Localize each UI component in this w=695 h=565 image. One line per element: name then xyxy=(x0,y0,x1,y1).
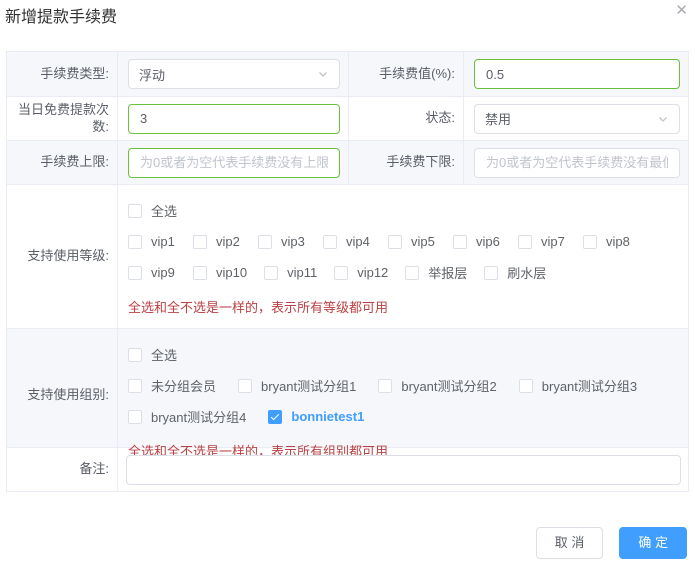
checkbox-box xyxy=(258,234,272,249)
form-row-remark: 备注: xyxy=(7,447,688,491)
checkbox-bryant-test-group1[interactable]: bryant测试分组1 xyxy=(238,376,356,395)
checkbox-vip8[interactable]: vip8 xyxy=(583,234,631,249)
checkbox-box xyxy=(128,203,142,218)
free-withdraw-count-label: 当日免费提款次数: xyxy=(17,102,109,134)
status-select-value: 禁用 xyxy=(485,112,512,127)
levels-label: 支持使用等级: xyxy=(27,248,109,264)
groups-label: 支持使用组别: xyxy=(27,387,109,403)
checkbox-box xyxy=(238,378,253,393)
checkbox-vip4[interactable]: vip4 xyxy=(323,234,371,249)
confirm-button[interactable]: 确 定 xyxy=(619,527,687,559)
form-row-fee-type: 手续费类型: 浮动 手续费值(%): xyxy=(7,52,688,96)
fee-lower-limit-input[interactable] xyxy=(474,147,680,178)
checkbox-box xyxy=(518,378,533,393)
checkbox-vip6[interactable]: vip6 xyxy=(453,234,501,249)
checkbox-vip9[interactable]: vip9 xyxy=(128,265,176,280)
checkbox-box xyxy=(128,234,142,249)
free-withdraw-count-input[interactable] xyxy=(128,103,340,134)
status-label: 状态: xyxy=(348,97,463,140)
checkbox-box-checked xyxy=(268,409,283,424)
checkbox-box xyxy=(583,234,597,249)
levels-note: 全选和全不选是一样的，表示所有等级都可用 xyxy=(128,299,389,315)
add-withdrawal-fee-dialog: 新增提款手续费 ✕ 手续费类型: 浮动 手续费值(%): 当日免费提款次数: xyxy=(0,0,695,565)
dialog-title: 新增提款手续费 xyxy=(5,9,118,26)
fee-type-label: 手续费类型: xyxy=(40,65,109,81)
checkbox-vip7[interactable]: vip7 xyxy=(518,234,566,249)
checkbox-box xyxy=(453,234,467,249)
checkbox-bryant-test-group2[interactable]: bryant测试分组2 xyxy=(378,376,497,395)
checkbox-box xyxy=(378,378,393,393)
checkbox-box xyxy=(323,234,337,249)
status-select[interactable]: 禁用 xyxy=(474,103,680,134)
checkbox-vip12[interactable]: vip12 xyxy=(334,265,388,280)
checkbox-vip3[interactable]: vip3 xyxy=(258,234,306,249)
cancel-button[interactable]: 取 消 xyxy=(535,527,604,559)
checkbox-box xyxy=(128,347,142,362)
checkbox-vip10[interactable]: vip10 xyxy=(193,265,247,280)
checkbox-box xyxy=(518,234,532,249)
checkbox-vip5[interactable]: vip5 xyxy=(388,234,436,249)
checkbox-bryant-test-group4[interactable]: bryant测试分组4 xyxy=(128,407,246,426)
dialog-footer: 取 消 确 定 xyxy=(0,527,687,559)
remark-label: 备注: xyxy=(79,461,109,477)
checkbox-box xyxy=(128,265,142,280)
fee-value-input[interactable] xyxy=(474,59,680,89)
checkbox-box xyxy=(193,234,207,249)
checkbox-box xyxy=(388,234,402,249)
fee-value-label: 手续费值(%): xyxy=(348,52,463,96)
checkbox-box xyxy=(264,265,279,280)
checkbox-vip11[interactable]: vip11 xyxy=(264,265,317,280)
checkbox-vip2[interactable]: vip2 xyxy=(193,234,241,249)
checkbox-box xyxy=(128,378,142,393)
fee-form-table: 手续费类型: 浮动 手续费值(%): 当日免费提款次数: 状态: xyxy=(6,51,689,492)
checkbox-bonnietest1[interactable]: bonnietest1 xyxy=(268,409,364,424)
checkbox-groups-select-all[interactable]: 全选 xyxy=(128,345,177,364)
fee-type-select[interactable]: 浮动 xyxy=(128,59,340,89)
form-row-free-count: 当日免费提款次数: 状态: 禁用 xyxy=(7,96,688,140)
checkbox-ungrouped-members[interactable]: 未分组会员 xyxy=(128,376,216,395)
checkbox-report-layer[interactable]: 举报层 xyxy=(405,263,467,282)
checkbox-box xyxy=(405,265,420,280)
dialog-header: 新增提款手续费 ✕ xyxy=(0,0,695,28)
fee-type-select-value: 浮动 xyxy=(139,67,166,83)
close-icon[interactable]: ✕ xyxy=(675,3,688,19)
chevron-down-icon xyxy=(657,113,669,125)
groups-checkbox-group: 全选 未分组会员 bryant测试分组1 bryant测试分组2 bryant测… xyxy=(117,329,688,462)
levels-checkbox-group: 全选 vip1 vip2 vip3 vip4 vip5 vip6 vip7 vi… xyxy=(117,185,688,328)
fee-lower-limit-label: 手续费下限: xyxy=(348,141,463,184)
chevron-down-icon xyxy=(317,68,329,80)
checkbox-box xyxy=(193,265,207,280)
remark-input[interactable] xyxy=(126,454,681,485)
form-row-fee-limits: 手续费上限: 手续费下限: xyxy=(7,140,688,184)
form-row-levels: 支持使用等级: 全选 vip1 vip2 vip3 vip4 vip5 vip6… xyxy=(7,184,688,328)
fee-upper-limit-label: 手续费上限: xyxy=(40,154,109,170)
checkbox-bryant-test-group3[interactable]: bryant测试分组3 xyxy=(518,376,637,395)
checkbox-brush-layer[interactable]: 刷水层 xyxy=(484,263,546,282)
checkbox-box xyxy=(128,409,142,424)
fee-upper-limit-input[interactable] xyxy=(128,147,340,178)
checkbox-vip1[interactable]: vip1 xyxy=(128,234,176,249)
form-row-groups: 支持使用组别: 全选 未分组会员 bryant测试分组1 bryant测试分组2… xyxy=(7,328,688,462)
checkbox-box xyxy=(334,265,349,280)
checkbox-box xyxy=(484,265,499,280)
checkbox-levels-select-all[interactable]: 全选 xyxy=(128,201,177,220)
